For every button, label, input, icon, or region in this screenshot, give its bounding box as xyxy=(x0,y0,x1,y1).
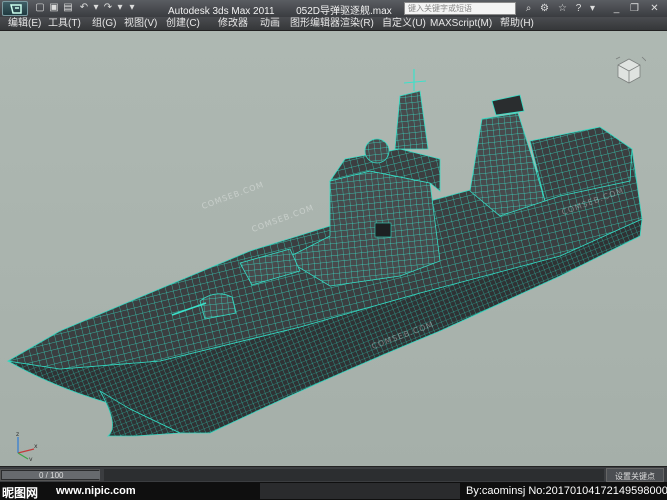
menu-create[interactable]: 创建(C) xyxy=(166,18,200,30)
redo-dropdown-icon[interactable]: ▾ xyxy=(114,2,126,14)
app-menu-button[interactable] xyxy=(2,1,28,16)
close-icon[interactable]: ✕ xyxy=(648,2,661,15)
open-file-icon[interactable]: ▣ xyxy=(48,2,60,14)
help-dropdown-icon[interactable]: ▾ xyxy=(586,2,599,15)
timeline-bar: 0 / 100 设置关键点 xyxy=(0,466,667,482)
viewcube-icon[interactable] xyxy=(612,53,646,87)
menu-graph-editors[interactable]: 图形编辑器 xyxy=(290,18,340,30)
app-name: Autodesk 3ds Max 2011 xyxy=(168,6,275,17)
mast-yard xyxy=(403,80,427,84)
title-bar: ▢ ▣ ▤ ↶ ▾ ↷ ▾ ▾ Autodesk 3ds Max 2011 05… xyxy=(0,0,667,17)
menu-modifiers[interactable]: 修改器 xyxy=(218,18,248,30)
menu-bar: 编辑(E) 工具(T) 组(G) 视图(V) 创建(C) 修改器 动画 图形编辑… xyxy=(0,17,667,31)
status-strip xyxy=(260,483,460,499)
menu-tools[interactable]: 工具(T) xyxy=(48,18,81,30)
frame-counter: 0 / 100 xyxy=(39,471,64,480)
menu-group[interactable]: 组(G) xyxy=(92,18,116,30)
new-file-icon[interactable]: ▢ xyxy=(34,2,46,14)
help-icon[interactable]: ? xyxy=(572,2,585,15)
aft-mast-tower xyxy=(469,112,546,217)
window-title: Autodesk 3ds Max 2011 052D导弹驱逐舰.max xyxy=(168,2,392,17)
menu-help[interactable]: 帮助(H) xyxy=(500,18,534,30)
author-id-line: By:caominsj No:20170104172149598000 xyxy=(466,485,667,497)
undo-dropdown-icon[interactable]: ▾ xyxy=(90,2,102,14)
footer-watermark-bar: 昵图网 www.nipic.com By:caominsj No:2017010… xyxy=(0,482,667,500)
set-key-button[interactable]: 设置关键点 xyxy=(606,468,664,482)
menu-views[interactable]: 视图(V) xyxy=(124,18,157,30)
menu-edit[interactable]: 编辑(E) xyxy=(8,18,41,30)
nipic-logo: 昵图网 xyxy=(2,486,39,500)
axis-z-label: z xyxy=(16,431,19,438)
search-input[interactable]: 键入关键字或短语 xyxy=(404,2,516,15)
menu-rendering[interactable]: 渲染(R) xyxy=(340,18,374,30)
forward-mast xyxy=(394,90,429,150)
time-slider[interactable]: 0 / 100 xyxy=(0,469,100,481)
axis-tripod-icon: z x y xyxy=(16,431,38,461)
subscription-icon[interactable]: ⚙ xyxy=(538,2,551,15)
destroyer-wireframe-model[interactable] xyxy=(0,31,667,466)
forward-superstructure xyxy=(284,170,441,287)
bridge-window xyxy=(374,222,392,238)
file-name: 052D导弹驱逐舰.max xyxy=(296,6,392,17)
nipic-url: www.nipic.com xyxy=(56,485,136,497)
menu-animation[interactable]: 动画 xyxy=(260,18,280,30)
track-bar[interactable] xyxy=(104,469,604,481)
search-placeholder: 键入关键字或短语 xyxy=(408,4,472,13)
minimize-icon[interactable]: _ xyxy=(610,2,623,15)
radome xyxy=(364,138,390,164)
undo-icon[interactable]: ↶ xyxy=(78,2,90,14)
menu-maxscript[interactable]: MAXScript(M) xyxy=(430,18,492,30)
redo-icon[interactable]: ↷ xyxy=(102,2,114,14)
radar-array xyxy=(491,94,525,116)
3dsmax-logo-icon xyxy=(10,4,22,14)
axis-x-label: x xyxy=(34,443,38,450)
restore-icon[interactable]: ❐ xyxy=(628,2,641,15)
search-icon[interactable]: ⌕ xyxy=(522,2,535,15)
menu-customize[interactable]: 自定义(U) xyxy=(382,18,426,30)
set-key-label: 设置关键点 xyxy=(615,472,655,481)
quick-access-dropdown-icon[interactable]: ▾ xyxy=(126,2,138,14)
axis-y-label: y xyxy=(29,456,33,461)
perspective-viewport[interactable]: COMSEB.COM COMSEB.COM COMSEB.COM COMSEB.… xyxy=(0,31,667,466)
favorites-icon[interactable]: ☆ xyxy=(556,2,569,15)
save-icon[interactable]: ▤ xyxy=(62,2,74,14)
